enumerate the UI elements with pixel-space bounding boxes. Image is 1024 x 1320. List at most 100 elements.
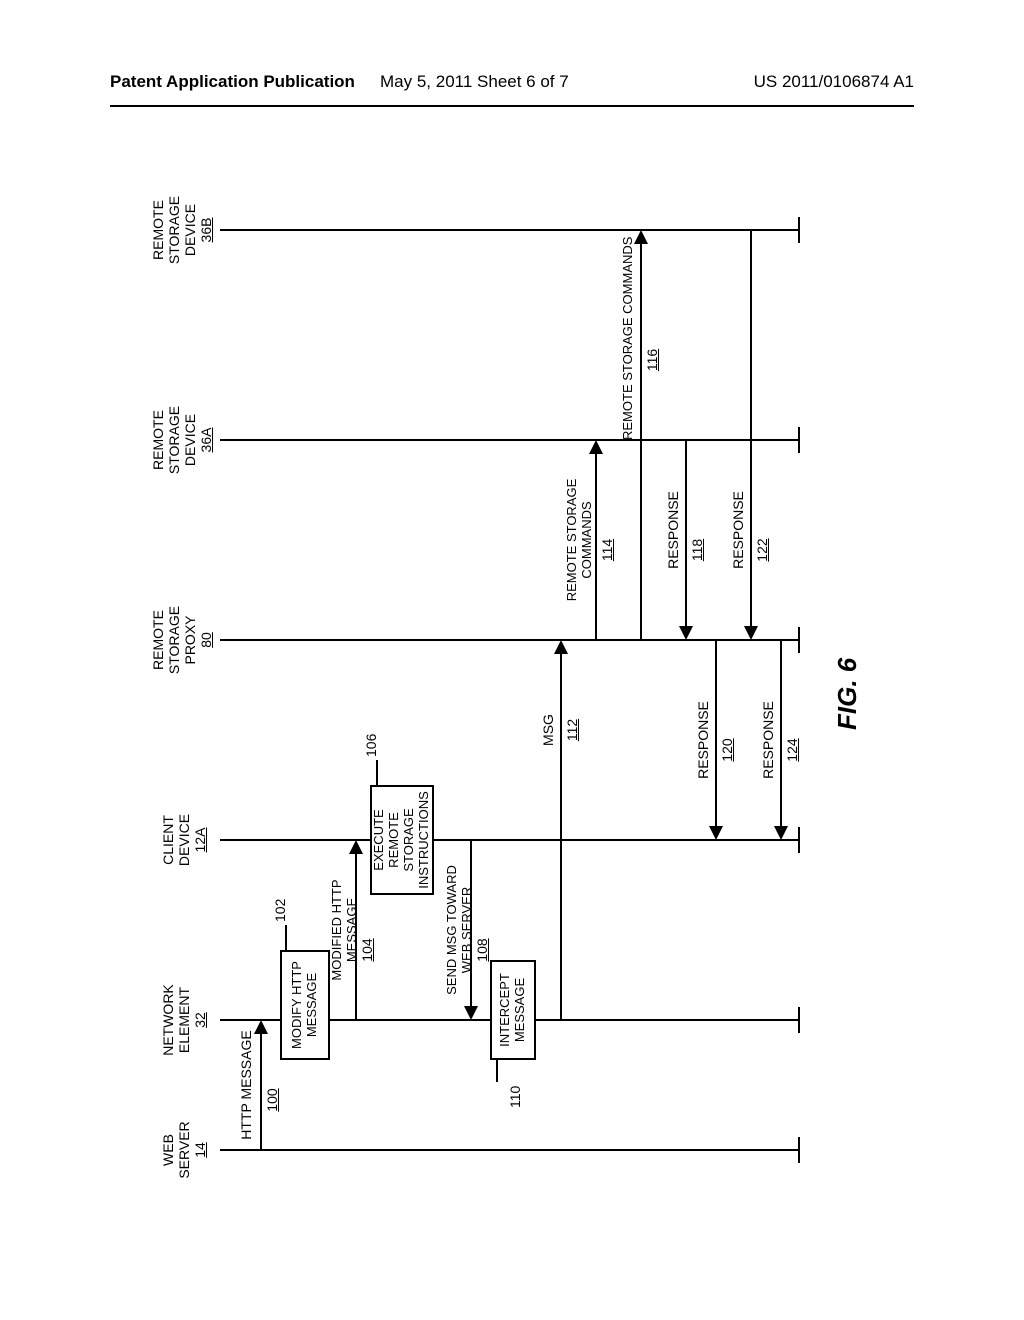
lane-ref: 12A	[192, 800, 208, 880]
label-send-msg-toward: SEND MSG TOWARD WEB SERVER	[445, 850, 475, 1010]
figure-label: FIG. 6	[833, 658, 862, 730]
ref-modified-http-message: 104	[359, 920, 375, 980]
lane-head-network-element: NETWORK ELEMENT 32	[160, 980, 208, 1060]
msg-ref: 112	[564, 719, 580, 741]
lane-ref: 14	[192, 1110, 208, 1190]
arrow-head	[634, 230, 648, 244]
arrow-response-118	[685, 440, 687, 628]
lane-head-remote-storage-b: REMOTE STORAGE DEVICE 36B	[150, 180, 214, 280]
lane-ref: 32	[192, 980, 208, 1060]
arrow-http-message	[260, 1032, 262, 1150]
lifeline-end	[798, 1007, 800, 1033]
msg-text: RESPONSE	[730, 491, 746, 569]
lane-title: REMOTE STORAGE PROXY	[150, 590, 198, 690]
proc-execute-remote-storage: EXECUTE REMOTE STORAGE INSTRUCTIONS	[370, 785, 434, 895]
lifeline-web-server	[220, 1149, 800, 1151]
lifeline-end	[798, 427, 800, 453]
lifeline-remote-storage-proxy	[220, 639, 800, 641]
arrow-head	[774, 826, 788, 840]
lane-title: CLIENT DEVICE	[160, 800, 192, 880]
ref-response-118: 118	[689, 520, 705, 580]
lane-head-client-device: CLIENT DEVICE 12A	[160, 800, 208, 880]
lifeline-end	[798, 627, 800, 653]
proc-lead	[285, 925, 287, 950]
ref-send-msg-toward: 108	[474, 920, 490, 980]
lane-title: REMOTE STORAGE DEVICE	[150, 390, 198, 490]
label-http-message: HTTP MESSAGE	[238, 1020, 254, 1150]
lifeline-end	[798, 827, 800, 853]
ref-remote-storage-cmds-b: 116	[644, 330, 660, 390]
proc-ref-execute: 106	[364, 734, 379, 757]
msg-ref: 104	[359, 938, 375, 961]
label-response-124: RESPONSE	[760, 680, 776, 800]
ref-remote-storage-cmds-a: 114	[599, 520, 615, 580]
proc-intercept-message: INTERCEPT MESSAGE	[490, 960, 536, 1060]
lane-title: NETWORK ELEMENT	[160, 980, 192, 1060]
msg-ref: 120	[719, 738, 735, 761]
lifeline-remote-storage-a	[220, 439, 800, 441]
proc-ref-intercept: 110	[508, 1086, 523, 1108]
label-msg: MSG	[540, 690, 556, 770]
msg-ref: 108	[474, 938, 490, 961]
lane-head-remote-storage-proxy: REMOTE STORAGE PROXY 80	[150, 590, 214, 690]
msg-text: MSG	[540, 714, 556, 746]
arrow-head	[254, 1020, 268, 1034]
msg-text: SEND MSG TOWARD WEB SERVER	[444, 865, 474, 995]
header-center: May 5, 2011 Sheet 6 of 7	[380, 72, 569, 92]
proc-lead	[376, 760, 378, 785]
ref-msg: 112	[564, 700, 580, 760]
arrow-head	[709, 826, 723, 840]
header-right: US 2011/0106874 A1	[754, 72, 914, 92]
msg-text: HTTP MESSAGE	[238, 1030, 254, 1139]
msg-ref: 100	[264, 1088, 280, 1111]
msg-ref: 124	[784, 738, 800, 761]
msg-ref: 118	[689, 539, 705, 561]
header-left: Patent Application Publication	[110, 72, 355, 92]
lane-ref: 80	[198, 590, 214, 690]
msg-text: MODIFIED HTTP MESSAGE	[329, 879, 359, 980]
msg-text: REMOTE STORAGE COMMANDS	[620, 237, 635, 440]
arrow-head	[744, 626, 758, 640]
proc-text: INTERCEPT MESSAGE	[498, 962, 528, 1058]
proc-text: EXECUTE REMOTE STORAGE INSTRUCTIONS	[372, 787, 432, 893]
msg-text: RESPONSE	[760, 701, 776, 779]
lane-ref: 36A	[198, 390, 214, 490]
msg-ref: 122	[754, 538, 770, 561]
arrow-remote-storage-cmds-b	[640, 242, 642, 640]
arrow-head	[554, 640, 568, 654]
msg-text: RESPONSE	[695, 701, 711, 779]
proc-text: MODIFY HTTP MESSAGE	[290, 952, 320, 1058]
lane-head-remote-storage-a: REMOTE STORAGE DEVICE 36A	[150, 390, 214, 490]
lifeline-remote-storage-b	[220, 229, 800, 231]
label-response-120: RESPONSE	[695, 680, 711, 800]
ref-response-124: 124	[784, 720, 800, 780]
lane-title: WEB SERVER	[160, 1110, 192, 1190]
sequence-diagram: WEB SERVER 14 NETWORK ELEMENT 32 CLIENT …	[140, 160, 870, 1210]
msg-text: REMOTE STORAGE COMMANDS	[564, 479, 594, 602]
arrow-response-120	[715, 640, 717, 828]
lane-ref: 36B	[198, 180, 214, 280]
arrow-msg	[560, 652, 562, 1020]
lane-head-web-server: WEB SERVER 14	[160, 1110, 208, 1190]
arrow-remote-storage-cmds-a	[595, 452, 597, 640]
label-response-122: RESPONSE	[730, 470, 746, 590]
header-divider	[110, 105, 914, 107]
msg-ref: 116	[644, 349, 660, 371]
lifeline-end	[798, 1137, 800, 1163]
proc-modify-http-message: MODIFY HTTP MESSAGE	[280, 950, 330, 1060]
label-response-118: RESPONSE	[665, 470, 681, 590]
label-modified-http-message: MODIFIED HTTP MESSAGE	[330, 850, 360, 1010]
lifeline-end	[798, 217, 800, 243]
ref-http-message: 100	[264, 1070, 280, 1130]
label-remote-storage-cmds-a: REMOTE STORAGE COMMANDS	[565, 455, 595, 625]
proc-lead	[496, 1060, 498, 1082]
msg-ref: 114	[599, 539, 615, 561]
arrow-head	[589, 440, 603, 454]
arrow-head	[679, 626, 693, 640]
arrow-response-122	[750, 230, 752, 628]
ref-response-122: 122	[754, 520, 770, 580]
arrow-response-124	[780, 640, 782, 828]
proc-ref-modify: 102	[273, 899, 288, 922]
ref-response-120: 120	[719, 720, 735, 780]
msg-text: RESPONSE	[665, 491, 681, 569]
